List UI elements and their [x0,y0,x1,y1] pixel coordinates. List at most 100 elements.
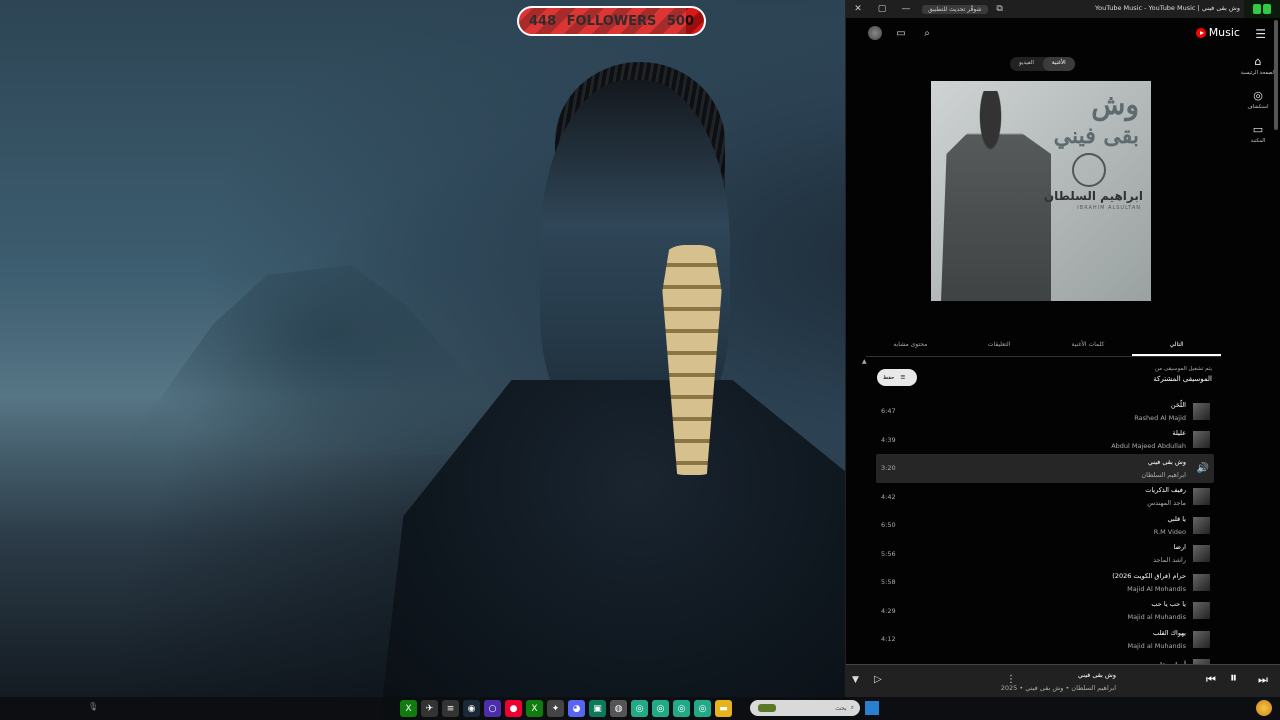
previous-track-icon[interactable]: ⏮ [1206,673,1216,687]
share-icon[interactable]: ⧉ [988,4,1012,14]
app-icon[interactable]: ○ [484,700,501,717]
track-thumbnail [1193,630,1210,648]
track-title: يا حب يا حب [1151,600,1186,609]
xbox-icon[interactable]: X [400,700,417,717]
pause-icon[interactable]: ⏸ [1230,670,1237,686]
taskbar-search[interactable]: بحث ⌕ [750,700,860,716]
app-icon[interactable]: ▣ [589,700,606,717]
folder-icon[interactable]: ▬ [715,700,732,717]
player-tabs: محتوى مشابه التعليقات كلمات الأغنية التا… [866,335,1221,357]
song-video-toggle: الفيديو الأغنية [1010,57,1075,71]
app-icon[interactable]: ≡ [442,700,459,717]
update-app-button[interactable]: شوقّر تحديث للتطبيق [922,4,988,14]
chrome-icon[interactable]: ◎ [631,700,648,717]
now-playing-subtitle: ابراهيم السلطان • وش بقى فيني • 2025 [1000,684,1116,692]
cast-icon[interactable]: ▭ [894,26,908,40]
cover-title-line2: بقى فيني [1053,123,1139,149]
rail-label: استكشاف [1247,103,1269,110]
microphone-icon[interactable]: 🎙 [88,702,98,711]
app-topbar: ▭ ⌕ Music ☰ [846,18,1280,48]
scroll-up-icon[interactable]: ▲ [862,358,867,365]
hamburger-menu-icon[interactable]: ☰ [1255,27,1266,41]
track-title: يهواك القلب [1152,628,1186,637]
window-title: YouTube Music - YouTube Music | وش بقى ف… [1095,4,1240,12]
tab-comments[interactable]: التعليقات [955,335,1044,356]
track-duration: 5:58 [881,578,896,587]
record-icon[interactable]: ● [505,700,522,717]
app-icon[interactable]: ✦ [547,700,564,717]
queue-row[interactable]: 6:47 اللّحَن Rashed Al Majid [876,397,1214,426]
track-title: اللّحَن [1170,400,1186,409]
queue-row[interactable]: 5:56 ارضا راشد الماجد [876,540,1214,569]
tray-weather-icon[interactable] [1256,700,1272,716]
rail-label: الصفحة الرئيسية [1240,69,1276,76]
taskbar-icons: X ✈ ≡ ◉ ○ ● X ✦ ◕ ▣ ◍ ◎ ◎ ◎ ◎ ▬ [400,700,732,717]
queue-header: يتم تشغيل الموسيقى من الموسيقى المشتركة [1153,366,1212,383]
discord-icon[interactable]: ◕ [568,700,585,717]
cover-artist-english: IBRAHIM ALSULTAN [1077,205,1141,211]
followers-progress-fill [519,8,686,34]
steam-icon[interactable]: ◉ [463,700,480,717]
save-queue-button[interactable]: حفظ ☰ [877,369,917,386]
track-artist: R.M Video [1153,527,1186,536]
minimize-button[interactable]: — [894,4,918,14]
update-app-label: شوقّر تحديث للتطبيق [928,5,982,13]
track-title: عليلة [1172,429,1186,438]
track-title: يا قلبي [1167,514,1187,523]
tab-up-next[interactable]: التالي [1132,335,1221,356]
toggle-video[interactable]: الفيديو [1010,57,1043,71]
track-info: حرام (فراق الكويت 2026) Majid Al Mohandis [1112,572,1186,593]
queue-row[interactable]: 5:58 حرام (فراق الكويت 2026) Majid Al Moha… [876,568,1214,597]
extension-icon[interactable] [1244,0,1280,18]
queue-row[interactable]: 4:29 يا حب يا حب Majid al Muhandis [876,597,1214,626]
cover-title-line1: وش [1091,88,1139,121]
app-icon[interactable]: ✈ [421,700,438,717]
track-title: وش بقى فيني [1147,457,1186,466]
cover-artist-arabic: ابراهيم السلطان [1043,189,1143,203]
track-artist: Majid Al Mohandis [1127,584,1186,593]
track-title: حرام (فراق الكويت 2026) [1112,571,1186,580]
queue-row[interactable]: 4:42 رفيف الذكريات ماجد المهندس [876,483,1214,512]
avatar[interactable] [868,26,882,40]
next-track-icon[interactable]: ⏭ [1258,673,1268,687]
xbox-icon[interactable]: X [526,700,543,717]
track-thumbnail [1193,402,1210,420]
tab-related[interactable]: محتوى مشابه [866,335,955,356]
track-artist: Majid al Muhandis [1127,613,1186,622]
app-icon[interactable]: ◍ [610,700,627,717]
rail-label: المكتبة [1250,137,1266,144]
save-label: حفظ [883,374,895,381]
track-thumbnail [1193,431,1210,449]
expand-down-icon[interactable]: ▼ [852,675,859,685]
toggle-song[interactable]: الأغنية [1042,57,1075,71]
track-artist: راشد الماجد [1153,556,1186,565]
chrome-icon[interactable]: ◎ [694,700,711,717]
taskbar: 🎙 X ✈ ≡ ◉ ○ ● X ✦ ◕ ▣ ◍ ◎ ◎ ◎ ◎ ▬ بحث ⌕ [0,697,1280,720]
scrollbar[interactable] [1274,20,1278,130]
track-duration: 4:42 [881,492,896,501]
chrome-icon[interactable]: ◎ [652,700,669,717]
start-icon[interactable] [865,701,879,715]
track-info: ارضا راشد الماجد [1153,543,1186,564]
track-thumbnail [1193,602,1210,620]
search-icon[interactable]: ⌕ [920,26,934,40]
queue-row[interactable]: 4:39 عليلة Abdul Majeed Abdullah [876,426,1214,455]
chrome-icon[interactable]: ◎ [673,700,690,717]
close-button[interactable]: ✕ [846,4,870,14]
play-logo-icon [1195,27,1206,38]
track-duration: 3:20 [881,464,896,473]
cover-seal-logo [1072,153,1106,187]
track-thumbnail [1193,516,1210,534]
playlist-add-icon: ☰ [900,374,906,381]
track-info: يهواك القلب Majid al Muhandis [1127,629,1186,650]
youtube-music-logo[interactable]: Music [1195,26,1240,39]
play-small-icon[interactable]: ▷ [874,674,882,685]
track-duration: 4:12 [881,635,896,644]
track-thumbnail [1193,545,1210,563]
queue-row[interactable]: 6:50 يا قلبي R.M Video [876,511,1214,540]
maximize-button[interactable]: ▢ [870,4,894,14]
tab-lyrics[interactable]: كلمات الأغنية [1044,335,1133,356]
youtube-music-window: ✕ ▢ — شوقّر تحديث للتطبيق ⧉ YouTube Musi… [845,0,1280,697]
queue-row[interactable]: 4:12 يهواك القلب Majid al Muhandis [876,625,1214,654]
queue-row[interactable]: 3:20 وش بقى فيني ابراهيم السلطان 🔊 [876,454,1214,483]
